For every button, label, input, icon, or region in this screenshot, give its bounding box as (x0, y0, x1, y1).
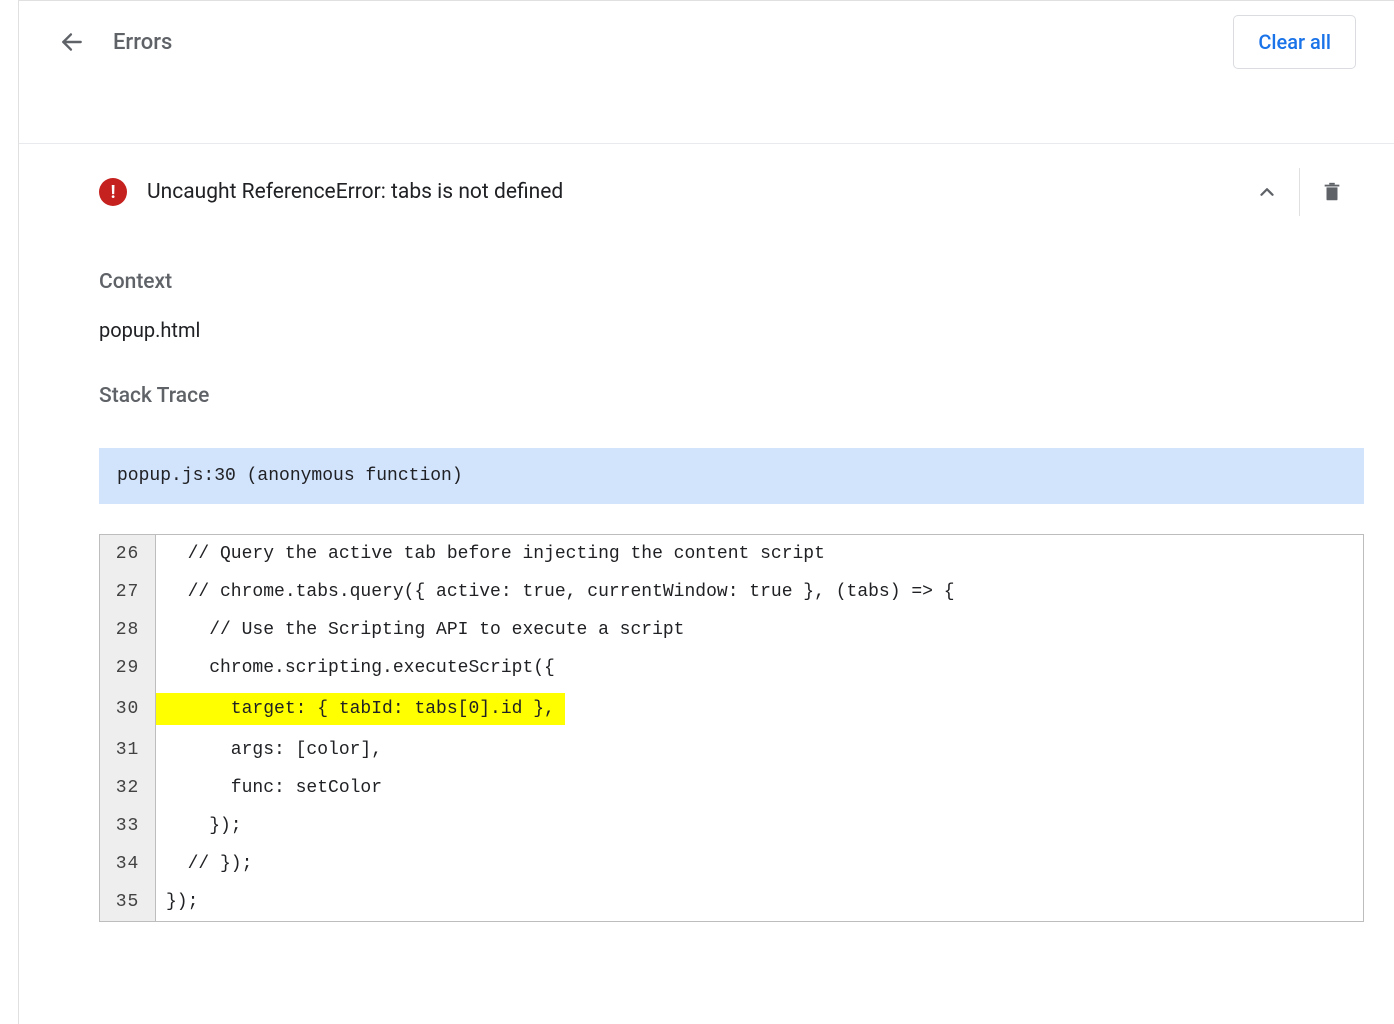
line-number: 32 (100, 769, 156, 807)
code-row: 29 chrome.scripting.executeScript({ (100, 649, 1363, 687)
header-left: Errors (59, 29, 172, 55)
context-heading: Context (99, 270, 1364, 294)
code-row: 34 // }); (100, 845, 1363, 883)
code-line: args: [color], (156, 731, 1363, 769)
stack-trace-heading: Stack Trace (99, 384, 1364, 408)
line-number: 28 (100, 611, 156, 649)
error-message: Uncaught ReferenceError: tabs is not def… (147, 180, 563, 204)
code-row: 27 // chrome.tabs.query({ active: true, … (100, 573, 1363, 611)
back-button[interactable] (59, 29, 85, 55)
line-number: 26 (100, 535, 156, 573)
code-row: 28 // Use the Scripting API to execute a… (100, 611, 1363, 649)
code-block: 26 // Query the active tab before inject… (99, 534, 1364, 922)
line-number: 31 (100, 731, 156, 769)
error-entry: ! Uncaught ReferenceError: tabs is not d… (19, 144, 1394, 934)
clear-all-button[interactable]: Clear all (1233, 15, 1356, 69)
error-left: ! Uncaught ReferenceError: tabs is not d… (99, 178, 563, 206)
error-page: Errors Clear all ! Uncaught ReferenceErr… (18, 0, 1394, 1024)
code-line: }); (156, 807, 1363, 845)
code-row: 35}); (100, 883, 1363, 921)
code-line: }); (156, 883, 1363, 921)
highlighted-code: target: { tabId: tabs[0].id }, (156, 693, 565, 725)
arrow-left-icon (59, 29, 85, 55)
code-line: // chrome.tabs.query({ active: true, cur… (156, 573, 1363, 611)
code-line: // Query the active tab before injecting… (156, 535, 1363, 573)
error-icon: ! (99, 178, 127, 206)
code-line: target: { tabId: tabs[0].id }, (156, 687, 1363, 731)
chevron-up-icon (1256, 181, 1278, 203)
line-number: 27 (100, 573, 156, 611)
trash-icon (1321, 181, 1343, 203)
collapse-button[interactable] (1235, 168, 1299, 216)
line-number: 29 (100, 649, 156, 687)
context-value: popup.html (99, 318, 1364, 342)
code-row: 26 // Query the active tab before inject… (100, 535, 1363, 573)
line-number: 30 (100, 687, 156, 731)
error-header: ! Uncaught ReferenceError: tabs is not d… (99, 156, 1364, 228)
code-line: chrome.scripting.executeScript({ (156, 649, 1363, 687)
code-line: func: setColor (156, 769, 1363, 807)
stack-location[interactable]: popup.js:30 (anonymous function) (99, 448, 1364, 504)
code-row: 32 func: setColor (100, 769, 1363, 807)
line-number: 34 (100, 845, 156, 883)
code-row: 30 target: { tabId: tabs[0].id }, (100, 687, 1363, 731)
page-title: Errors (113, 30, 172, 55)
delete-button[interactable] (1300, 168, 1364, 216)
line-number: 35 (100, 883, 156, 921)
header-bar: Errors Clear all (19, 1, 1394, 83)
code-row: 33 }); (100, 807, 1363, 845)
error-actions (1235, 168, 1364, 216)
code-line: // }); (156, 845, 1363, 883)
line-number: 33 (100, 807, 156, 845)
code-line: // Use the Scripting API to execute a sc… (156, 611, 1363, 649)
code-row: 31 args: [color], (100, 731, 1363, 769)
